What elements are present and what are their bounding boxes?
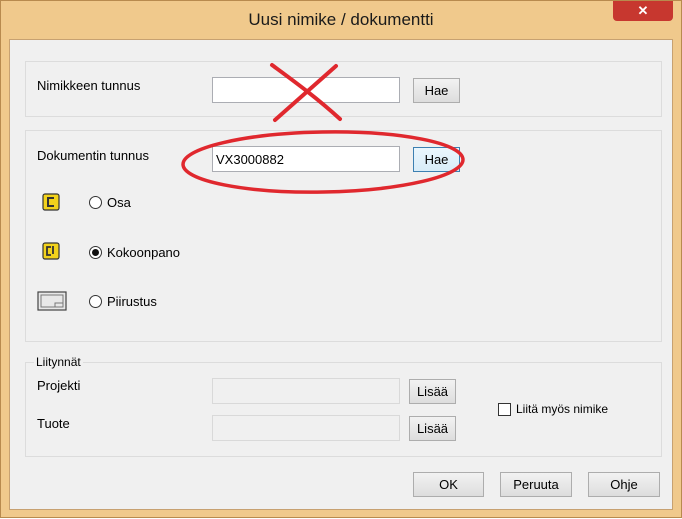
- highlight-ellipse: [181, 130, 465, 194]
- cross-out-mark: [270, 63, 342, 122]
- dialog-window: Uusi nimike / dokumentti ✕ Nimikkeen tun…: [0, 0, 682, 518]
- annotation-overlay: [181, 63, 465, 194]
